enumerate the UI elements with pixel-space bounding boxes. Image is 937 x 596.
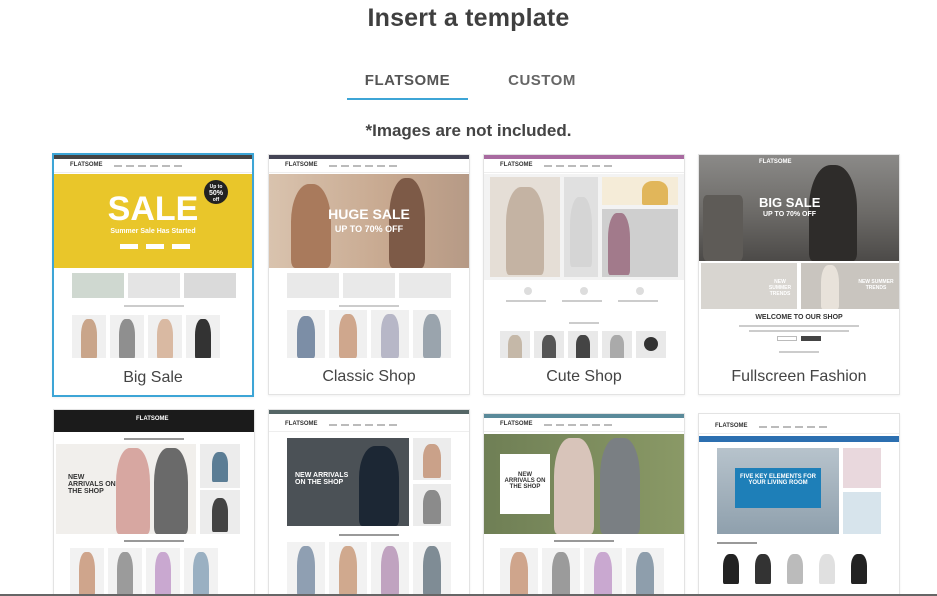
- preview-welcome-text: WELCOME TO OUR SHOP: [755, 314, 843, 321]
- preview-hero-sub: Summer Sale Has Started: [110, 228, 196, 235]
- preview-logo: FLATSOME: [759, 159, 792, 165]
- template-card-r2c1[interactable]: FLATSOME NEW ARRIVALS ON THE SHOP: [53, 409, 255, 596]
- preview-hero: HUGE SALE UP TO 70% OFF: [269, 174, 469, 268]
- preview-badge-off: off: [212, 197, 220, 203]
- tab-flatsome[interactable]: FLATSOME: [347, 72, 468, 89]
- template-preview: FLATSOME HUGE SALE UP TO 70% OFF: [269, 155, 469, 358]
- active-tab-indicator: [347, 98, 468, 100]
- template-preview: FLATSOME SALE Summer Sale Has Started Up…: [54, 155, 252, 358]
- preview-promo-text: NEW SUMMER TRENDS: [768, 279, 792, 297]
- template-card-r2c3[interactable]: FLATSOME NEW ARRIVALS ON THE SHOP: [483, 413, 685, 596]
- template-preview: FLATSOME FIVE KEY ELEMENTS FOR YOUR LIVI…: [699, 414, 899, 596]
- preview-hero: FLATSOME BIG SALE UP TO 70% OFF: [699, 155, 899, 261]
- template-label: Classic Shop: [322, 368, 416, 385]
- template-card-cute-shop[interactable]: FLATSOME Cute Shop: [483, 154, 685, 395]
- preview-logo: FLATSOME: [500, 421, 533, 427]
- template-label: Fullscreen Fashion: [731, 368, 867, 385]
- preview-hero-text: HUGE SALE: [328, 206, 410, 222]
- template-label: Cute Shop: [546, 368, 622, 385]
- tab-custom[interactable]: CUSTOM: [488, 72, 596, 89]
- template-card-classic-shop[interactable]: FLATSOME HUGE SALE UP TO 70% OFF Classic…: [268, 154, 470, 395]
- preview-hero: SALE Summer Sale Has Started Up to 50% o…: [54, 174, 252, 268]
- preview-logo: FLATSOME: [285, 421, 318, 427]
- preview-hero-text: NEW ARRIVALS ON THE SHOP: [504, 472, 546, 490]
- preview-hero-text: FIVE KEY ELEMENTS FOR YOUR LIVING ROOM: [740, 474, 816, 486]
- preview-promo-text: NEW SUMMER TRENDS: [858, 279, 894, 291]
- preview-badge-pct: 50%: [208, 190, 223, 197]
- preview-logo: FLATSOME: [285, 162, 318, 168]
- template-preview: FLATSOME NEW ARRIVALS ON THE SHOP: [269, 410, 469, 596]
- template-card-fullscreen-fashion[interactable]: FLATSOME BIG SALE UP TO 70% OFF NEW SUMM…: [698, 154, 900, 395]
- template-preview: FLATSOME NEW ARRIVALS ON THE SHOP: [484, 414, 684, 596]
- preview-hero-sub: UP TO 70% OFF: [334, 224, 404, 234]
- images-not-included-note: *Images are not included.: [365, 121, 572, 140]
- template-label: Big Sale: [123, 369, 183, 386]
- preview-hero-sub: UP TO 70% OFF: [763, 211, 817, 218]
- preview-hero-text: NEW ARRIVALS ON THE SHOP: [68, 474, 116, 495]
- preview-hero-text: NEW ARRIVALS ON THE SHOP: [295, 472, 349, 486]
- template-card-r2c4[interactable]: FLATSOME FIVE KEY ELEMENTS FOR YOUR LIVI…: [698, 413, 900, 596]
- template-preview: FLATSOME BIG SALE UP TO 70% OFF NEW SUMM…: [699, 155, 899, 358]
- preview-logo: FLATSOME: [500, 162, 533, 168]
- preview-logo: FLATSOME: [70, 162, 103, 168]
- template-tabs: FLATSOME CUSTOM: [0, 64, 937, 104]
- preview-logo: FLATSOME: [136, 416, 169, 422]
- template-preview: FLATSOME: [484, 155, 684, 358]
- template-preview: FLATSOME NEW ARRIVALS ON THE SHOP: [54, 410, 254, 596]
- preview-logo: FLATSOME: [715, 423, 748, 429]
- template-card-big-sale[interactable]: FLATSOME SALE Summer Sale Has Started Up…: [52, 153, 254, 397]
- preview-hero-text: BIG SALE: [759, 195, 821, 210]
- preview-badge: Up to 50% off: [204, 180, 228, 204]
- template-card-r2c2[interactable]: FLATSOME NEW ARRIVALS ON THE SHOP: [268, 409, 470, 596]
- dialog-title: Insert a template: [367, 4, 570, 32]
